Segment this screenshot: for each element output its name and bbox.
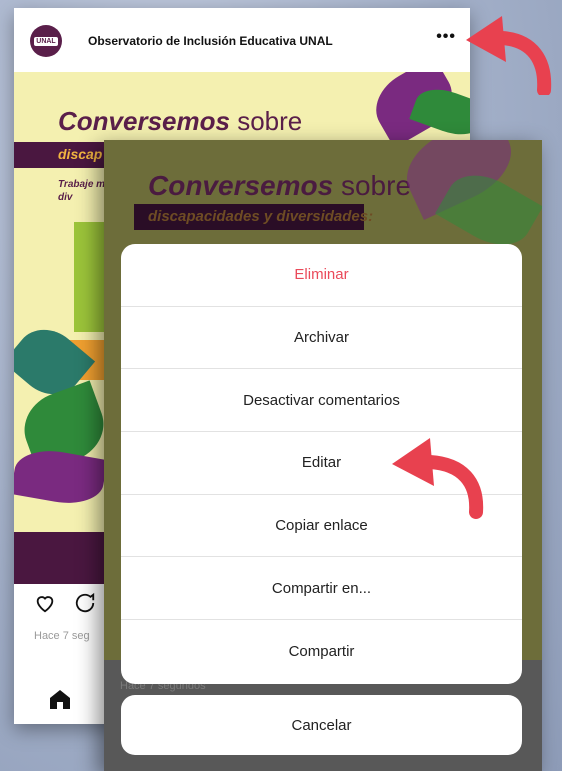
home-icon[interactable] <box>48 688 72 710</box>
account-avatar[interactable]: UNAL <box>30 25 62 57</box>
post-timestamp: Hace 7 seg <box>34 630 90 642</box>
share-button[interactable]: Compartir <box>121 620 522 683</box>
avatar-logo-text: UNAL <box>34 36 58 46</box>
post-image-subtitle: discap <box>58 146 103 162</box>
share-to-button[interactable]: Compartir en... <box>121 557 522 621</box>
pointer-arrow-icon <box>466 16 552 95</box>
pointer-arrow-icon <box>392 438 484 519</box>
heart-icon[interactable] <box>34 592 56 614</box>
dimmed-post-subtitle: discapacidades y diversidades: <box>148 208 374 225</box>
dimmed-post-title: Conversemos sobre <box>148 170 412 201</box>
cancel-button[interactable]: Cancelar <box>121 695 522 755</box>
more-options-button[interactable]: ••• <box>436 28 456 46</box>
archive-button[interactable]: Archivar <box>121 307 522 370</box>
account-name[interactable]: Observatorio de Inclusión Educativa UNAL <box>88 34 333 48</box>
leaf-decor <box>14 444 108 510</box>
delete-button[interactable]: Eliminar <box>121 244 522 307</box>
disable-comments-button[interactable]: Desactivar comentarios <box>121 369 522 433</box>
post-image-decor <box>74 222 104 332</box>
comment-icon[interactable] <box>74 592 96 614</box>
post-image-title: Conversemos sobre <box>58 106 303 136</box>
post-header: UNAL Observatorio de Inclusión Educativa… <box>14 8 470 72</box>
post-actions <box>34 592 96 614</box>
